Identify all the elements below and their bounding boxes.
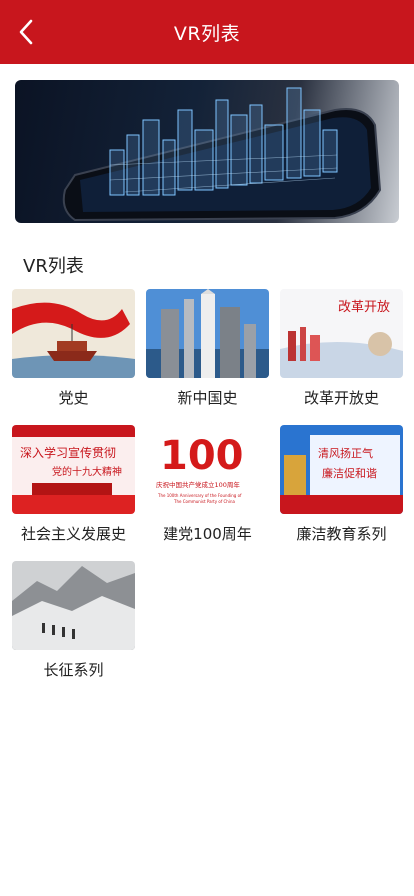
thumb-text-line1: 深入学习宣传贯彻 (20, 445, 116, 460)
banner-illustration (62, 87, 382, 222)
page-title: VR列表 (173, 22, 241, 45)
item-label: 改革开放史 (303, 389, 379, 407)
thumb-socialism-history: 深入学习宣传贯彻 党的十九大精神 (12, 425, 135, 514)
item-label: 社会主义发展史 (20, 525, 126, 543)
thumb-integrity-education: 清风扬正气 廉洁促和谐 (280, 425, 403, 514)
vr-item-long-march[interactable]: 长征系列 (12, 561, 135, 680)
thumb-text-line1: 清风扬正气 (318, 446, 373, 460)
vr-item-integrity-education[interactable]: 清风扬正气 廉洁促和谐 廉洁教育系列 (280, 425, 403, 544)
vr-item-party-centenary[interactable]: 100 庆祝中国共产党成立100周年 The 100th Anniversary… (146, 425, 269, 544)
vr-item-reform-opening-history[interactable]: 改革开放 改革开放史 (280, 289, 403, 408)
thumb-party-centenary: 100 庆祝中国共产党成立100周年 The 100th Anniversary… (146, 425, 269, 514)
item-label: 廉洁教育系列 (296, 525, 387, 543)
thumb-text-line1: 庆祝中国共产党成立100周年 (156, 480, 240, 489)
thumb-text-line2: The 100th Anniversary of the Founding of (157, 493, 242, 498)
banner-image[interactable] (15, 80, 399, 223)
top-bar: VR列表 (0, 0, 414, 64)
section-title: VR列表 (23, 256, 84, 277)
item-label: 新中国史 (177, 389, 238, 407)
item-label: 长征系列 (43, 661, 104, 679)
back-button[interactable] (8, 14, 44, 50)
thumb-text-line3: The Communist Party of China (173, 499, 235, 504)
thumb-party-history (12, 289, 135, 378)
thumb-reform-opening-history: 改革开放 (280, 289, 403, 378)
item-label: 建党100周年 (163, 525, 252, 543)
thumb-text: 改革开放 (338, 300, 390, 315)
chevron-left-icon (19, 19, 33, 45)
thumb-text-line2: 廉洁促和谐 (322, 466, 377, 480)
vr-item-new-china-history[interactable]: 新中国史 (146, 289, 269, 408)
vr-item-socialism-history[interactable]: 深入学习宣传贯彻 党的十九大精神 社会主义发展史 (12, 425, 135, 544)
vr-item-party-history[interactable]: 党史 (12, 289, 135, 408)
svg-text:100: 100 (160, 433, 244, 479)
thumb-long-march (12, 561, 135, 650)
thumb-text-line2: 党的十九大精神 (52, 465, 122, 478)
thumb-new-china-history (146, 289, 269, 378)
item-label: 党史 (58, 389, 89, 407)
